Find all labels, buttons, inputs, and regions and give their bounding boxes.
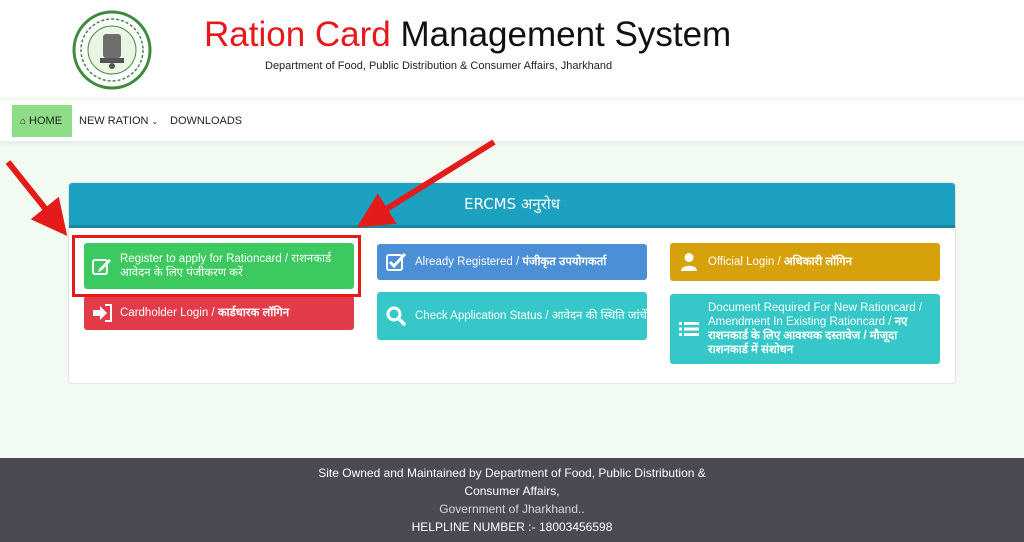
already-label: Already Registered / पंजीकृत उपयोगकर्ता: [415, 255, 647, 269]
nav-downloads-label: DOWNLOADS: [170, 115, 243, 127]
arrow-left: [5, 160, 68, 237]
cardholder-label: Cardholder Login / कार्डधारक लॉगिन: [120, 306, 354, 320]
already-registered-button[interactable]: Already Registered / पंजीकृत उपयोगकर्ता: [377, 244, 647, 280]
official-label: Official Login / अधिकारी लॉगिन: [708, 255, 940, 269]
home-icon: ⌂: [20, 116, 27, 127]
title-red-part: Ration Card: [204, 15, 391, 54]
document-required-button[interactable]: Document Required For New Rationcard / A…: [670, 294, 940, 364]
document-label: Document Required For New Rationcard / A…: [708, 301, 940, 357]
panel-title: ERCMS अनुरोध: [69, 183, 955, 228]
sign-in-icon: [84, 304, 120, 322]
check-status-button[interactable]: Check Application Status / आवेदन की स्थि…: [377, 292, 647, 340]
cardholder-label-en: Cardholder Login /: [120, 307, 218, 319]
page-title: Ration Card Management System: [204, 14, 731, 56]
already-label-en: Already Registered /: [415, 256, 523, 268]
cardholder-label-hi: कार्डधारक लॉगिन: [217, 307, 290, 319]
official-label-en: Official Login /: [708, 256, 784, 268]
nav-new-ration-label: NEW RATION: [79, 115, 149, 127]
user-icon: [670, 252, 708, 272]
cardholder-login-button[interactable]: Cardholder Login / कार्डधारक लॉगिन: [84, 296, 354, 330]
chevron-down-icon: ⌄: [151, 117, 159, 126]
title-rest-part: Management System: [390, 15, 732, 54]
footer-helpline: HELPLINE NUMBER :- 18003456598: [411, 520, 613, 534]
official-login-button[interactable]: Official Login / अधिकारी लॉगिन: [670, 243, 940, 281]
check-label: Check Application Status / आवेदन की स्थि…: [415, 310, 647, 322]
check-square-icon: [377, 252, 415, 272]
nav-new-ration[interactable]: NEW RATION ⌄: [71, 105, 166, 137]
highlight-box: [72, 235, 361, 297]
footer-government-text: Government of Jharkhand..: [439, 502, 585, 516]
footer-owner-text: Site Owned and Maintained by Department …: [318, 466, 706, 498]
page-subtitle: Department of Food, Public Distribution …: [265, 60, 613, 72]
search-icon: [377, 306, 415, 326]
jharkhand-emblem-icon: [72, 10, 152, 90]
list-icon: [670, 320, 708, 338]
site-footer: Site Owned and Maintained by Department …: [0, 458, 1024, 542]
nav-home-label: HOME: [29, 115, 63, 127]
nav-downloads[interactable]: DOWNLOADS: [162, 105, 250, 137]
already-label-hi: पंजीकृत उपयोगकर्ता: [522, 256, 607, 268]
main-navbar: ⌂ HOME NEW RATION ⌄ DOWNLOADS: [0, 101, 1024, 141]
site-header: Ration Card Management System Department…: [0, 0, 1024, 97]
document-label-en: Document Required For New Rationcard / A…: [708, 302, 923, 328]
official-label-hi: अधिकारी लॉगिन: [783, 256, 852, 268]
nav-home[interactable]: ⌂ HOME: [12, 105, 72, 137]
